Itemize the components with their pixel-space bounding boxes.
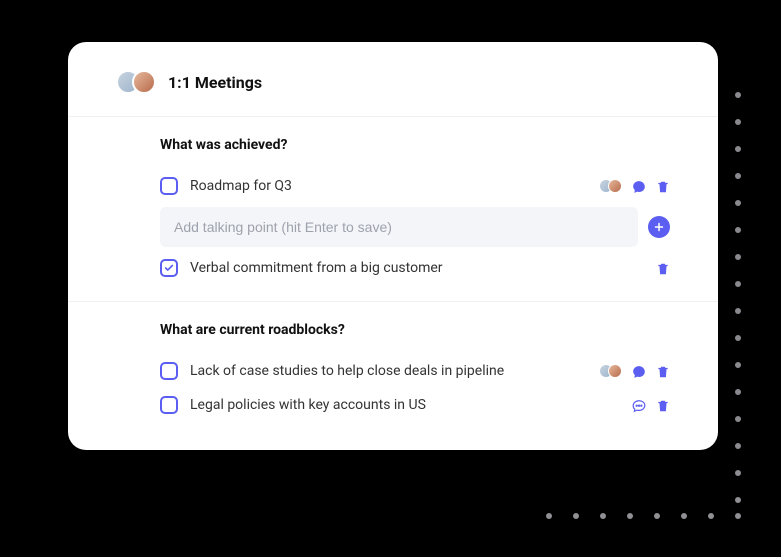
avatar [608, 364, 622, 378]
section-title: What was achieved? [160, 137, 670, 153]
avatar [608, 179, 622, 193]
trash-icon[interactable] [656, 261, 670, 275]
header-avatars [116, 70, 156, 94]
section-roadblocks: What are current roadblocks? Lack of cas… [68, 301, 718, 422]
row-avatars [599, 179, 622, 193]
chat-icon[interactable] [632, 364, 646, 378]
talking-point-row: Lack of case studies to help close deals… [160, 354, 670, 388]
page-title: 1:1 Meetings [168, 73, 262, 92]
checkbox[interactable] [160, 362, 178, 380]
talking-point-text[interactable]: Verbal commitment from a big customer [190, 260, 644, 276]
talking-point-text[interactable]: Roadmap for Q3 [190, 178, 587, 194]
card-header: 1:1 Meetings [68, 42, 718, 117]
talking-point-row: Roadmap for Q3 [160, 169, 670, 203]
checkbox[interactable] [160, 177, 178, 195]
checkbox[interactable] [160, 396, 178, 414]
talking-point-row: Legal policies with key accounts in US [160, 388, 670, 422]
add-button[interactable] [648, 216, 670, 238]
trash-icon[interactable] [656, 179, 670, 193]
section-achieved: What was achieved? Roadmap for Q3 [68, 117, 718, 285]
talking-point-text[interactable]: Lack of case studies to help close deals… [190, 363, 587, 379]
talking-point-text[interactable]: Legal policies with key accounts in US [190, 397, 620, 413]
row-avatars [599, 364, 622, 378]
meetings-card: 1:1 Meetings What was achieved? Roadmap … [68, 42, 718, 450]
row-meta [632, 398, 670, 412]
add-point-input[interactable] [160, 207, 638, 247]
checkbox[interactable] [160, 259, 178, 277]
avatar [132, 70, 156, 94]
decorative-dots-horizontal [546, 513, 741, 519]
trash-icon[interactable] [656, 364, 670, 378]
section-title: What are current roadblocks? [160, 322, 670, 338]
row-meta [656, 261, 670, 275]
row-meta [599, 364, 670, 378]
talking-point-row: Verbal commitment from a big customer [160, 251, 670, 285]
add-point-row [160, 207, 670, 247]
decorative-dots-vertical [735, 92, 741, 503]
chat-icon[interactable] [632, 398, 646, 412]
chat-icon[interactable] [632, 179, 646, 193]
row-meta [599, 179, 670, 193]
trash-icon[interactable] [656, 398, 670, 412]
